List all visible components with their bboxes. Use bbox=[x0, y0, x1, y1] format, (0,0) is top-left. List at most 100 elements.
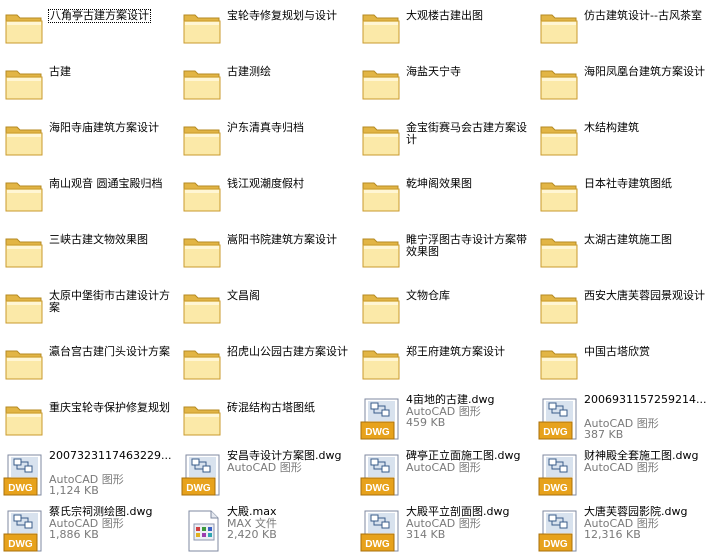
file-name: 2007323117463229... bbox=[49, 450, 172, 462]
folder-name: 文物仓库 bbox=[406, 289, 450, 302]
folder-item[interactable]: 海阳寺庙建筑方案设计 bbox=[0, 112, 177, 168]
folder-item[interactable]: 招虎山公园古建方案设计 bbox=[178, 336, 355, 392]
dwg-badge-label: DWG bbox=[365, 483, 390, 494]
file-grid: 八角亭古建方案设计 宝轮寺修复规划与设计 大观楼古建出图 仿古建筑设计--古风茶… bbox=[0, 0, 709, 560]
folder-icon bbox=[360, 286, 402, 328]
file-item[interactable]: DWG 蔡氏宗祠测绘图.dwg AutoCAD 图形 1,886 KB bbox=[0, 504, 177, 560]
folder-name: 木结构建筑 bbox=[584, 121, 639, 134]
file-item[interactable]: DWG 4亩地的古建.dwg AutoCAD 图形 459 KB bbox=[357, 392, 534, 448]
folder-icon bbox=[360, 62, 402, 104]
folder-icon bbox=[181, 118, 223, 160]
file-item[interactable]: DWG 安昌寺设计方案图.dwg AutoCAD 图形 bbox=[178, 448, 355, 504]
folder-item[interactable]: 日本社寺建筑图纸 bbox=[535, 168, 709, 224]
folder-item[interactable]: 古建 bbox=[0, 56, 177, 112]
file-size: 12,316 KB bbox=[584, 528, 641, 541]
dwg-badge-label: DWG bbox=[8, 539, 33, 550]
folder-name: 海盐天宁寺 bbox=[406, 65, 461, 78]
folder-icon bbox=[181, 342, 223, 384]
folder-name: 八角亭古建方案设计 bbox=[48, 9, 151, 23]
folder-item[interactable]: 宝轮寺修复规划与设计 bbox=[178, 0, 355, 56]
folder-name: 乾坤阁效果图 bbox=[406, 177, 472, 190]
folder-icon bbox=[538, 62, 580, 104]
dwg-icon: DWG bbox=[3, 510, 45, 552]
folder-item[interactable]: 三峡古建文物效果图 bbox=[0, 224, 177, 280]
folder-icon bbox=[3, 6, 45, 48]
folder-item[interactable]: 仿古建筑设计--古风茶室 bbox=[535, 0, 709, 56]
folder-item[interactable]: 古建测绘 bbox=[178, 56, 355, 112]
dwg-badge-label: DWG bbox=[186, 483, 211, 494]
folder-name: 重庆宝轮寺保护修复规划 bbox=[49, 401, 170, 414]
folder-name: 砖混结构古塔图纸 bbox=[227, 401, 315, 414]
folder-name: 金宝街赛马会古建方案设计 bbox=[406, 121, 527, 146]
dwg-icon: DWG bbox=[360, 510, 402, 552]
file-size: 387 KB bbox=[584, 428, 624, 441]
folder-item[interactable]: 郑王府建筑方案设计 bbox=[357, 336, 534, 392]
dwg-icon: DWG bbox=[3, 454, 45, 496]
folder-icon bbox=[360, 6, 402, 48]
folder-icon bbox=[3, 342, 45, 384]
folder-name: 海阳寺庙建筑方案设计 bbox=[49, 121, 159, 134]
folder-name: 沪东清真寺归档 bbox=[227, 121, 304, 134]
dwg-icon: DWG bbox=[538, 398, 580, 440]
folder-icon bbox=[538, 174, 580, 216]
folder-name: 招虎山公园古建方案设计 bbox=[227, 345, 348, 358]
folder-name: 睢宁浮图古寺设计方案带效果图 bbox=[406, 233, 527, 258]
folder-name: 文昌阁 bbox=[227, 289, 260, 302]
folder-item[interactable]: 砖混结构古塔图纸 bbox=[178, 392, 355, 448]
folder-icon bbox=[3, 118, 45, 160]
folder-icon bbox=[3, 286, 45, 328]
folder-name: 西安大唐芙蓉园景观设计 bbox=[584, 289, 705, 302]
folder-name: 仿古建筑设计--古风茶室 bbox=[584, 9, 702, 22]
folder-item[interactable]: 木结构建筑 bbox=[535, 112, 709, 168]
folder-item[interactable]: 沪东清真寺归档 bbox=[178, 112, 355, 168]
file-item[interactable]: 大殿.max MAX 文件 2,420 KB bbox=[178, 504, 355, 560]
file-item[interactable]: DWG 2007323117463229... AutoCAD 图形 1,124… bbox=[0, 448, 177, 504]
file-size: 1,124 KB bbox=[49, 484, 99, 497]
file-type: AutoCAD 图形 bbox=[406, 461, 481, 474]
folder-name: 大观楼古建出图 bbox=[406, 9, 483, 22]
dwg-badge-label: DWG bbox=[543, 483, 568, 494]
folder-icon bbox=[181, 230, 223, 272]
folder-icon bbox=[3, 230, 45, 272]
folder-item[interactable]: 睢宁浮图古寺设计方案带效果图 bbox=[357, 224, 534, 280]
folder-item[interactable]: 八角亭古建方案设计 bbox=[0, 0, 177, 56]
folder-icon bbox=[360, 118, 402, 160]
folder-item[interactable]: 瀛台宫古建门头设计方案 bbox=[0, 336, 177, 392]
folder-icon bbox=[360, 342, 402, 384]
folder-name: 宝轮寺修复规划与设计 bbox=[227, 9, 337, 22]
folder-item[interactable]: 太原中堡街市古建设计方案 bbox=[0, 280, 177, 336]
file-item[interactable]: DWG 2006931157259214... AutoCAD 图形 387 K… bbox=[535, 392, 709, 448]
folder-name: 郑王府建筑方案设计 bbox=[406, 345, 505, 358]
folder-item[interactable]: 文物仓库 bbox=[357, 280, 534, 336]
folder-item[interactable]: 海盐天宁寺 bbox=[357, 56, 534, 112]
folder-icon bbox=[181, 398, 223, 440]
folder-item[interactable]: 钱江观潮度假村 bbox=[178, 168, 355, 224]
folder-item[interactable]: 金宝街赛马会古建方案设计 bbox=[357, 112, 534, 168]
folder-item[interactable]: 西安大唐芙蓉园景观设计 bbox=[535, 280, 709, 336]
folder-icon bbox=[538, 118, 580, 160]
folder-item[interactable]: 重庆宝轮寺保护修复规划 bbox=[0, 392, 177, 448]
folder-item[interactable]: 大观楼古建出图 bbox=[357, 0, 534, 56]
file-item[interactable]: DWG 大唐芙蓉园影院.dwg AutoCAD 图形 12,316 KB bbox=[535, 504, 709, 560]
folder-item[interactable]: 海阳凤凰台建筑方案设计 bbox=[535, 56, 709, 112]
folder-item[interactable]: 太湖古建筑施工图 bbox=[535, 224, 709, 280]
dwg-badge-label: DWG bbox=[8, 483, 33, 494]
dwg-icon: DWG bbox=[538, 510, 580, 552]
folder-item[interactable]: 南山观音 圆通宝殿归档 bbox=[0, 168, 177, 224]
folder-icon bbox=[360, 230, 402, 272]
file-item[interactable]: DWG 大殿平立剖面图.dwg AutoCAD 图形 314 KB bbox=[357, 504, 534, 560]
folder-name: 钱江观潮度假村 bbox=[227, 177, 304, 190]
folder-name: 古建 bbox=[49, 65, 71, 78]
file-size: 1,886 KB bbox=[49, 528, 99, 541]
folder-icon bbox=[181, 62, 223, 104]
folder-icon bbox=[538, 230, 580, 272]
folder-name: 三峡古建文物效果图 bbox=[49, 233, 148, 246]
file-item[interactable]: DWG 碑亭正立面施工图.dwg AutoCAD 图形 bbox=[357, 448, 534, 504]
folder-item[interactable]: 中国古塔欣赏 bbox=[535, 336, 709, 392]
file-item[interactable]: DWG 财神殿全套施工图.dwg AutoCAD 图形 bbox=[535, 448, 709, 504]
folder-item[interactable]: 乾坤阁效果图 bbox=[357, 168, 534, 224]
folder-item[interactable]: 嵩阳书院建筑方案设计 bbox=[178, 224, 355, 280]
dwg-badge-label: DWG bbox=[543, 539, 568, 550]
folder-name: 日本社寺建筑图纸 bbox=[584, 177, 672, 190]
folder-item[interactable]: 文昌阁 bbox=[178, 280, 355, 336]
